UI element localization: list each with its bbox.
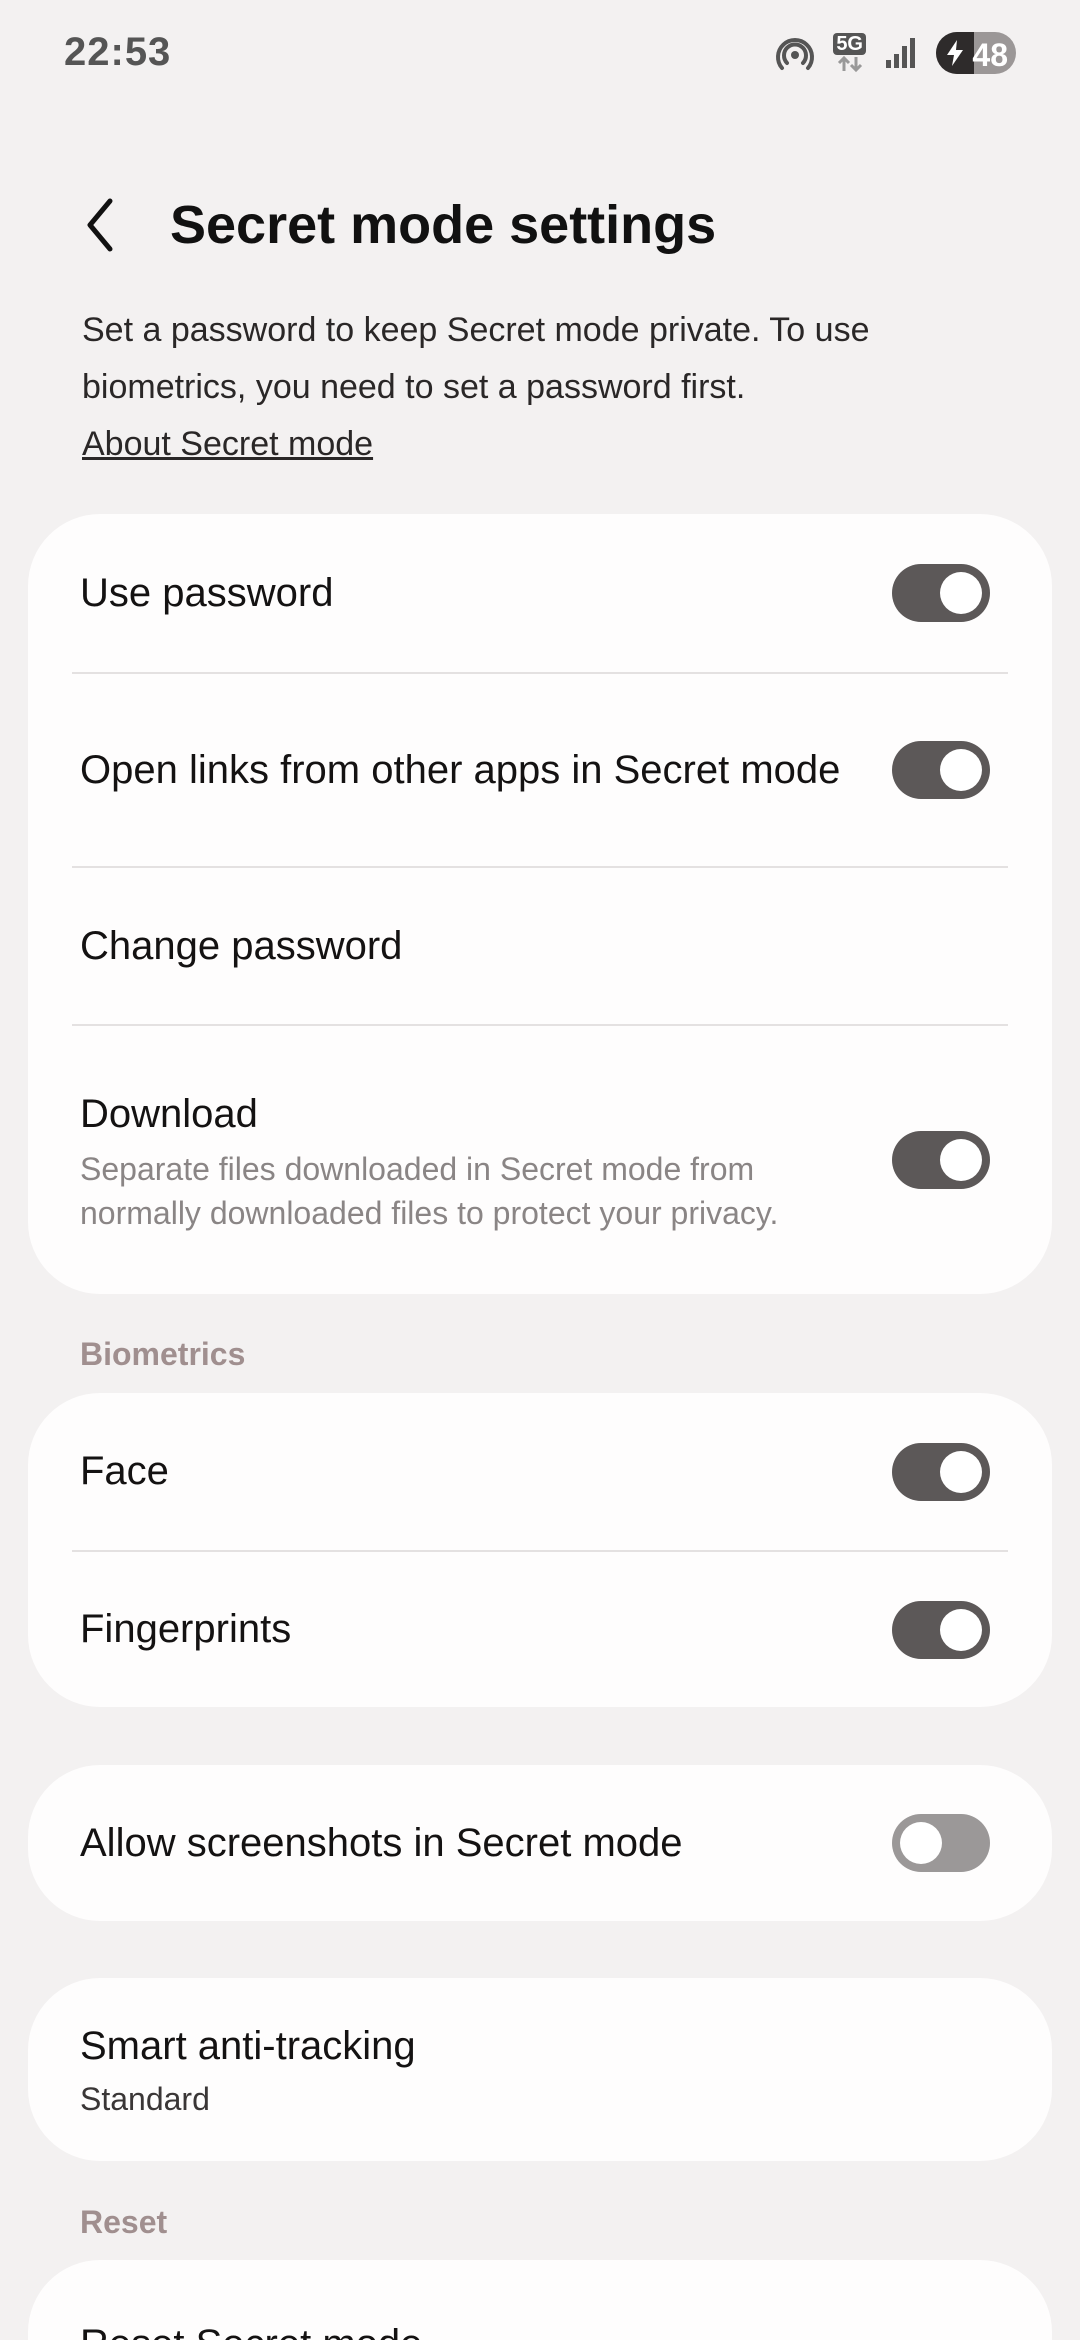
anti-tracking-card: Smart anti-tracking Standard: [28, 1978, 1052, 2161]
battery-level: 48: [972, 37, 1008, 73]
intro-text: Set a password to keep Secret mode priva…: [82, 311, 870, 406]
status-bar: 22:53 5G 48: [0, 0, 1080, 110]
download-row[interactable]: Download Separate files downloaded in Se…: [28, 1026, 1052, 1294]
allow-screenshots-row[interactable]: Allow screenshots in Secret mode: [28, 1765, 1052, 1921]
reset-section-label: Reset: [80, 2204, 168, 2240]
open-links-toggle[interactable]: [892, 741, 990, 799]
use-password-label: Use password: [80, 570, 334, 615]
screenshots-card: Allow screenshots in Secret mode: [28, 1765, 1052, 1921]
battery-charging-icon: 48: [936, 32, 1016, 74]
download-label: Download: [80, 1091, 258, 1136]
status-icons: 5G 48: [775, 32, 1016, 74]
use-password-row[interactable]: Use password: [28, 514, 1052, 672]
fingerprints-label: Fingerprints: [80, 1607, 292, 1651]
smart-anti-tracking-value: Standard: [80, 2081, 210, 2117]
chevron-left-icon: [87, 198, 113, 252]
allow-screenshots-toggle[interactable]: [892, 1814, 990, 1872]
face-row[interactable]: Face: [28, 1393, 1052, 1550]
smart-anti-tracking-label: Smart anti-tracking: [80, 2024, 416, 2068]
change-password-row[interactable]: Change password: [28, 868, 1052, 1024]
allow-screenshots-label: Allow screenshots in Secret mode: [80, 1820, 683, 1865]
use-password-toggle[interactable]: [892, 564, 990, 622]
password-settings-card: Use password Open links from other apps …: [28, 514, 1052, 1294]
smart-anti-tracking-row[interactable]: Smart anti-tracking Standard: [28, 1978, 1052, 2161]
status-time: 22:53: [64, 30, 172, 74]
network-badge: 5G: [833, 33, 866, 55]
fingerprints-toggle[interactable]: [892, 1600, 990, 1659]
face-toggle[interactable]: [892, 1442, 990, 1501]
reset-card: Reset Secret mode: [28, 2260, 1052, 2340]
download-description: Separate files downloaded in Secret mode…: [80, 1150, 779, 1231]
hotspot-icon: [775, 33, 815, 73]
biometrics-section-label: Biometrics: [80, 1336, 246, 1372]
open-links-label: Open links from other apps in Secret mod…: [80, 747, 841, 792]
back-button[interactable]: [70, 190, 130, 260]
bolt-icon: [947, 40, 963, 66]
page-title: Secret mode settings: [170, 195, 717, 255]
about-secret-mode-link[interactable]: About Secret mode: [82, 416, 982, 473]
signal-icon: [884, 36, 918, 70]
fingerprints-row[interactable]: Fingerprints: [28, 1552, 1052, 1707]
data-arrows-icon: [837, 55, 862, 73]
biometrics-card: Face Fingerprints: [28, 1393, 1052, 1707]
download-toggle[interactable]: [892, 1131, 990, 1189]
face-label: Face: [80, 1449, 169, 1493]
reset-secret-mode-label: Reset Secret mode: [80, 2316, 950, 2340]
change-password-label: Change password: [80, 923, 403, 968]
open-links-row[interactable]: Open links from other apps in Secret mod…: [28, 674, 1052, 866]
reset-secret-mode-row[interactable]: Reset Secret mode: [28, 2260, 1052, 2340]
intro-section: Set a password to keep Secret mode priva…: [82, 302, 982, 473]
5g-data-icon: 5G: [833, 33, 866, 73]
